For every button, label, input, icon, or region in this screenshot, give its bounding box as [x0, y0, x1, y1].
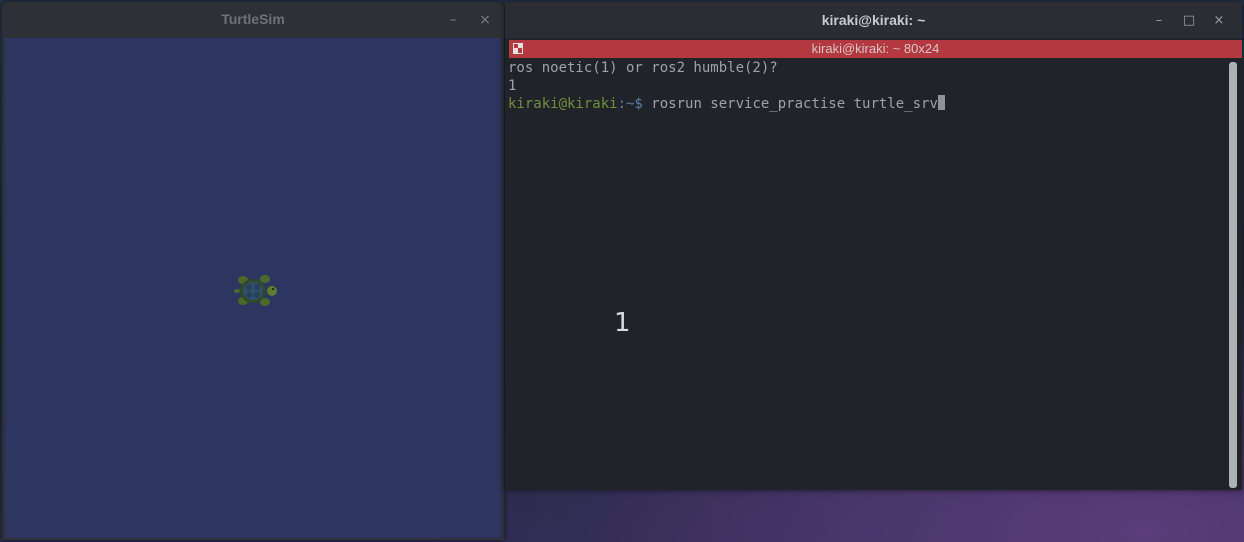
close-button[interactable]: × [475, 10, 495, 30]
minimize-button[interactable]: – [1148, 10, 1170, 32]
terminal-command: rosrun service_practise turtle_srv [642, 96, 938, 112]
prompt-user: kiraki@kiraki [508, 96, 618, 112]
turtlesim-titlebar[interactable]: TurtleSim – × [2, 2, 504, 38]
terminal-scrollbar[interactable] [1229, 62, 1237, 488]
terminal-line: ros noetic(1) or ros2 humble(2)? [508, 60, 778, 76]
turtlesim-canvas [5, 38, 501, 538]
terminal-tab-bar[interactable]: kiraki@kiraki: ~ 80x24 [509, 40, 1242, 58]
terminal-title: kiraki@kiraki: ~ [821, 12, 926, 28]
terminal-output[interactable]: ros noetic(1) or ros2 humble(2)? 1 kirak… [508, 60, 1228, 488]
turtlesim-title: TurtleSim [221, 11, 285, 27]
maximize-button[interactable]: □ [1178, 10, 1200, 32]
terminal-window[interactable]: kiraki@kiraki: ~ – □ × kiraki@kiraki: ~ … [505, 2, 1242, 490]
close-button[interactable]: × [1208, 10, 1230, 32]
overlay-number: 1 [614, 308, 631, 338]
turtlesim-window[interactable]: TurtleSim – × [2, 2, 504, 540]
terminal-prompt-line: kiraki@kiraki:~$ rosrun service_practise… [508, 95, 1228, 113]
minimize-button[interactable]: – [443, 10, 463, 30]
text-cursor [937, 95, 945, 110]
terminal-titlebar[interactable]: kiraki@kiraki: ~ – □ × [505, 2, 1242, 38]
prompt-path: :~$ [617, 96, 643, 112]
terminal-line: 1 [508, 77, 517, 94]
turtle-icon [234, 275, 277, 306]
terminal-tab-label: kiraki@kiraki: ~ 80x24 [811, 41, 940, 56]
